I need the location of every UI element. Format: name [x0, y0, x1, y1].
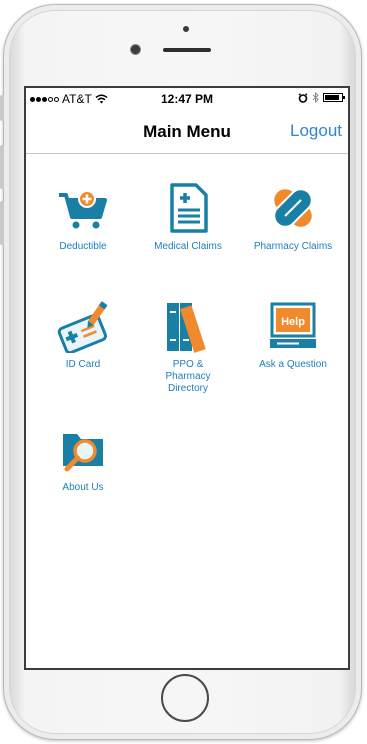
logout-button[interactable]: Logout — [290, 121, 342, 141]
alarm-icon — [298, 92, 308, 103]
menu-item-label: Medical Claims — [154, 241, 222, 252]
menu-item-label: ID Card — [65, 359, 101, 370]
menu-item-id-card[interactable]: ID Card — [33, 301, 133, 371]
proximity-sensor — [183, 26, 189, 32]
status-bar: AT&T 12:47 PM — [26, 88, 348, 110]
menu-item-label: About Us — [62, 482, 104, 493]
bluetooth-icon — [312, 92, 319, 103]
menu-item-medical-claims[interactable]: Medical Claims — [138, 183, 238, 253]
home-button[interactable] — [161, 674, 209, 722]
volume-down-button — [0, 201, 4, 245]
app-screen: AT&T 12:47 PM Main Menu Logout Deductibl… — [24, 86, 350, 670]
battery-icon — [323, 93, 345, 102]
earpiece-speaker — [163, 48, 211, 52]
id-card-icon — [57, 301, 108, 353]
menu-item-label: Pharmacy Claims — [253, 241, 333, 252]
menu-item-deductible[interactable]: Deductible — [33, 183, 133, 253]
front-camera — [131, 45, 140, 54]
navigation-bar: Main Menu Logout — [26, 110, 348, 154]
folder-search-icon — [63, 434, 103, 472]
help-monitor-icon: Help — [270, 302, 316, 348]
help-icon-text: Help — [281, 316, 305, 328]
menu-item-ppo-pharmacy-directory[interactable]: PPO & Pharmacy Directory — [138, 301, 238, 395]
mute-switch — [0, 95, 4, 121]
menu-item-label: Deductible — [59, 241, 107, 252]
menu-item-label: PPO & Pharmacy Directory — [165, 359, 211, 394]
menu-item-label: Ask a Question — [259, 359, 327, 370]
menu-item-about-us[interactable]: About Us — [33, 424, 133, 494]
books-icon — [167, 303, 206, 353]
volume-up-button — [0, 145, 4, 189]
menu-item-ask-a-question[interactable]: Help Ask a Question — [243, 301, 343, 371]
menu-item-pharmacy-claims[interactable]: Pharmacy Claims — [243, 183, 343, 253]
cart-icon — [59, 190, 107, 229]
pill-icon — [273, 188, 313, 228]
document-icon — [170, 183, 208, 233]
